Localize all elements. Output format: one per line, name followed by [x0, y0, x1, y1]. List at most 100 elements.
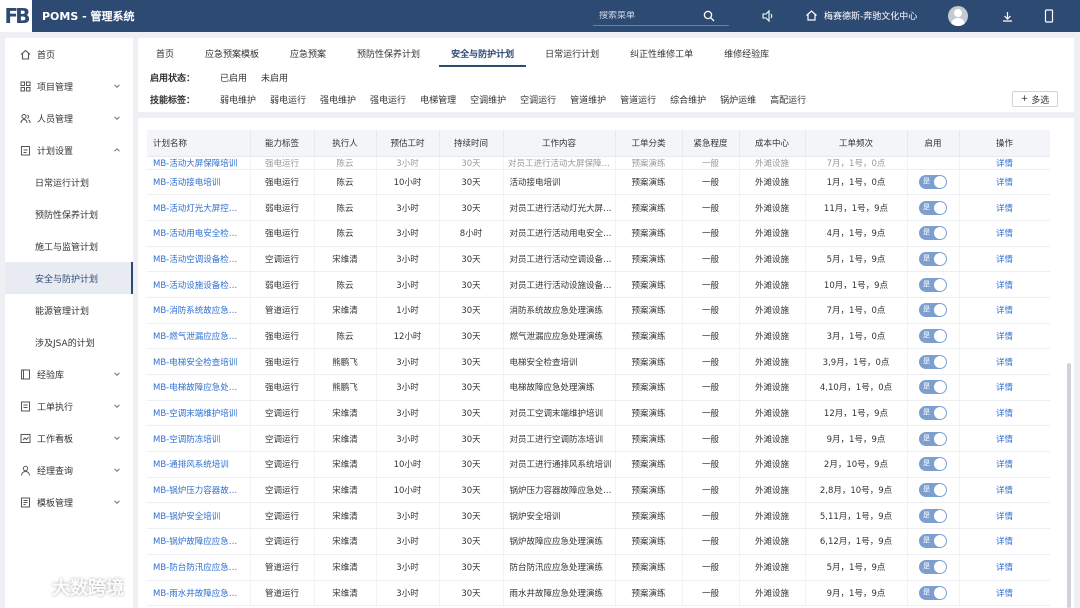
sidebar-item-experience[interactable]: 经验库: [5, 358, 133, 390]
cell-plan-name[interactable]: MB-雨水井故障应急…: [147, 580, 251, 607]
tab-emergency-template[interactable]: 应急预案模板: [205, 38, 259, 68]
detail-link[interactable]: 详情: [959, 194, 1050, 221]
detail-link[interactable]: 详情: [959, 554, 1050, 581]
detail-link[interactable]: 详情: [959, 297, 1050, 324]
detail-link[interactable]: 详情: [959, 169, 1050, 196]
detail-link[interactable]: 详情: [959, 477, 1050, 504]
app-logo[interactable]: FB: [0, 0, 32, 32]
skill-option[interactable]: 强电运行: [370, 93, 406, 106]
tab-daily-plan[interactable]: 日常运行计划: [545, 38, 599, 68]
table-row[interactable]: MB-消防系统故应急… 管道运行 宋维清 1小时 30天 消防系统故应急处理演练 预案演练一…: [147, 297, 1050, 324]
enabled-toggle[interactable]: 是: [919, 328, 947, 343]
sidebar-item-board[interactable]: 工作看板: [5, 422, 133, 454]
enabled-toggle[interactable]: 是: [919, 534, 947, 549]
skill-option[interactable]: 电梯管理: [420, 93, 456, 106]
skill-option[interactable]: 空调维护: [470, 93, 506, 106]
skill-option[interactable]: 弱电维护: [220, 93, 256, 106]
sidebar-subitem-construction-plan[interactable]: 施工与监管计划: [5, 230, 133, 262]
table-row[interactable]: MB-空调防冻培训 空调运行 宋维清 3小时 30天 对员工进行空调防冻培训 预案演练 一般外…: [147, 425, 1050, 453]
cell-plan-name[interactable]: MB-通排风系统培训: [147, 451, 251, 478]
table-row[interactable]: MB-锅炉安全培训 空调运行 宋维清 3小时 30天 锅炉安全培训 预案演练 一般 外滩设施 5,…: [147, 502, 1050, 530]
detail-link[interactable]: 详情: [959, 425, 1050, 453]
sidebar-subitem-safety-plan[interactable]: 安全与防护计划: [5, 262, 133, 294]
tab-safety-plan[interactable]: 安全与防护计划: [439, 38, 527, 68]
detail-link[interactable]: 详情: [959, 374, 1050, 401]
enabled-toggle[interactable]: 是: [919, 303, 947, 318]
detail-link[interactable]: 详情: [959, 502, 1050, 530]
cell-plan-name[interactable]: MB-锅炉故障应应急…: [147, 528, 251, 555]
enabled-toggle[interactable]: 是: [919, 380, 947, 395]
detail-link[interactable]: 详情: [959, 348, 1050, 375]
status-option-enabled[interactable]: 已启用: [220, 71, 247, 84]
skill-option[interactable]: 空调运行: [520, 93, 556, 106]
detail-link[interactable]: 详情: [959, 246, 1050, 273]
enabled-toggle[interactable]: 是: [919, 508, 947, 523]
enabled-toggle[interactable]: 是: [919, 277, 947, 292]
enabled-toggle[interactable]: 是: [919, 560, 947, 575]
cell-plan-name[interactable]: MB-燃气泄漏应应急…: [147, 323, 251, 350]
table-row-partial[interactable]: MB-活动大屏保障培训 强电运行 陈云 3小时 30天 对员工进行活动大屏保障……: [147, 156, 1050, 170]
cell-plan-name[interactable]: MB-消防系统故应急…: [147, 297, 251, 324]
mobile-icon[interactable]: [1041, 8, 1057, 24]
search-icon[interactable]: [703, 10, 715, 22]
skill-option[interactable]: 管道运行: [620, 93, 656, 106]
skill-option[interactable]: 高配运行: [770, 93, 806, 106]
plan-table-scroll[interactable]: 计划名称 能力标签 执行人 预估工时 持续时间 工作内容 工单分类 紧急程度 成…: [147, 130, 1050, 608]
enabled-toggle[interactable]: 是: [919, 457, 947, 472]
cell-plan-name[interactable]: MB-电梯故障应急处…: [147, 374, 251, 401]
sidebar-item-templates[interactable]: 模板管理: [5, 486, 133, 518]
speaker-icon[interactable]: [760, 8, 776, 24]
detail-link[interactable]: 详情: [959, 220, 1050, 247]
skill-option[interactable]: 弱电运行: [270, 93, 306, 106]
table-row[interactable]: MB-活动灯光大屏控… 弱电运行 陈云 3小时 30天 对员工进行活动灯光大屏… 预案演练一…: [147, 194, 1050, 221]
skill-option[interactable]: 强电维护: [320, 93, 356, 106]
sidebar-subitem-daily-plan[interactable]: 日常运行计划: [5, 166, 133, 198]
sidebar-item-manager-query[interactable]: 经理查询: [5, 454, 133, 486]
cell-plan-name[interactable]: MB-锅炉压力容器故…: [147, 477, 251, 504]
enabled-toggle[interactable]: 是: [919, 431, 947, 446]
cell-plan-name[interactable]: MB-活动空调设备检…: [147, 246, 251, 273]
table-row[interactable]: MB-空调末端维护培训 空调运行 宋维清 3小时 30天 对员工空调末端维护培训 预案演练一…: [147, 400, 1050, 427]
sidebar-subitem-energy-plan[interactable]: 能源管理计划: [5, 294, 133, 326]
table-row[interactable]: MB-电梯故障应急处… 强电运行 熊鹏飞 3小时 30天 电梯故障应急处理演练 预案演练 一般…: [147, 374, 1050, 401]
enabled-toggle[interactable]: 是: [919, 226, 947, 241]
detail-link[interactable]: 详情: [959, 323, 1050, 350]
enabled-toggle[interactable]: 是: [919, 406, 947, 421]
table-row[interactable]: MB-燃气泄漏应应急… 强电运行 陈云 12小时 30天 燃气泄漏应应急处理演练 预案演练一…: [147, 323, 1050, 350]
cell-plan-name[interactable]: MB-空调末端维护培训: [147, 400, 251, 427]
table-row[interactable]: MB-锅炉压力容器故… 空调运行 宋维清 10小时 30天 锅炉压力容器故障应急处… 预案演…: [147, 477, 1050, 504]
table-row[interactable]: MB-活动接电培训 强电运行 陈云 10小时 30天 活动接电培训 预案演练 一般 外滩设施 1月…: [147, 169, 1050, 196]
detail-link[interactable]: 详情: [959, 580, 1050, 607]
table-row[interactable]: MB-活动设施设备检… 弱电运行 陈云 3小时 30天 对员工进行活动设施设备… 预案演练一…: [147, 271, 1050, 298]
status-option-disabled[interactable]: 未启用: [261, 71, 288, 84]
detail-link[interactable]: 详情: [959, 528, 1050, 555]
org-switcher[interactable]: 梅赛德斯-奔驰文化中心: [805, 9, 917, 22]
sidebar-subitem-preventive-plan[interactable]: 预防性保养计划: [5, 198, 133, 230]
menu-search[interactable]: [593, 6, 729, 26]
cell-plan-name[interactable]: MB-活动灯光大屏控…: [147, 194, 251, 221]
cell-plan-name[interactable]: MB-活动用电安全检…: [147, 220, 251, 247]
cell-plan-name[interactable]: MB-活动接电培训: [147, 169, 251, 196]
enabled-toggle[interactable]: 是: [919, 354, 947, 369]
tab-repair-experience[interactable]: 维修经验库: [724, 38, 769, 68]
tab-corrective-workorder[interactable]: 纠正性维修工单: [630, 38, 693, 68]
sidebar-item-home[interactable]: 首页: [5, 38, 133, 70]
table-row[interactable]: MB-活动用电安全检… 强电运行 陈云 3小时 8小时 对员工进行活动用电安全… 预案演练一…: [147, 220, 1050, 247]
table-row[interactable]: MB-雨水井故障应急… 管道运行 宋维清 3小时 30天 雨水井故障应急处理演练 预案演练一…: [147, 580, 1050, 607]
sidebar-subitem-jsa-plan[interactable]: 涉及JSA的计划: [5, 326, 133, 358]
cell-plan-name[interactable]: MB-活动设施设备检…: [147, 271, 251, 298]
detail-link[interactable]: 详情: [959, 451, 1050, 478]
avatar[interactable]: [948, 6, 968, 26]
cell-detail-link[interactable]: 详情: [959, 156, 1050, 170]
enabled-toggle[interactable]: 是: [919, 251, 947, 266]
tab-home[interactable]: 首页: [156, 38, 174, 68]
detail-link[interactable]: 详情: [959, 400, 1050, 427]
tab-emergency-plan[interactable]: 应急预案: [290, 38, 326, 68]
menu-search-input[interactable]: [593, 10, 703, 21]
table-row[interactable]: MB-活动空调设备检… 空调运行 宋维清 3小时 30天 对员工进行活动空调设备… 预案演练…: [147, 246, 1050, 273]
sidebar-item-projects[interactable]: 项目管理: [5, 70, 133, 102]
cell-plan-name[interactable]: MB-锅炉安全培训: [147, 502, 251, 530]
skill-option[interactable]: 综合维护: [670, 93, 706, 106]
enabled-toggle[interactable]: 是: [919, 200, 947, 215]
table-row[interactable]: MB-通排风系统培训 空调运行 宋维清 10小时 30天 对员工进行通排风系统培训 预案演练…: [147, 451, 1050, 478]
